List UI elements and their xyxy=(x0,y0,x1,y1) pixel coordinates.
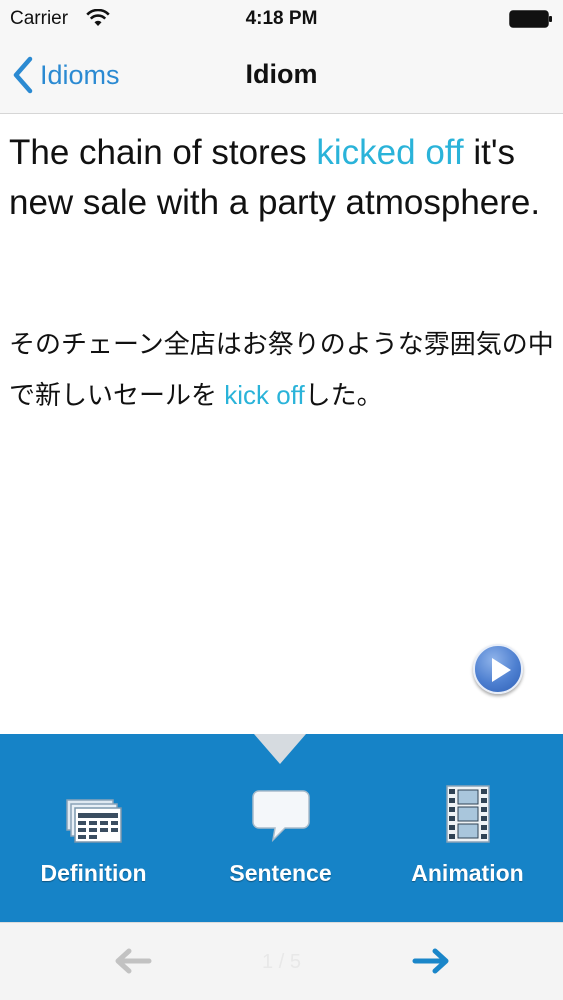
english-idiom-highlight: kicked off xyxy=(316,133,464,172)
tab-bar: Definition Sentence Animation xyxy=(0,734,563,922)
status-bar: Carrier 4:18 PM xyxy=(0,0,563,38)
pager-bar: 1 / 5 xyxy=(0,922,563,1000)
navigation-bar: Idioms Idiom xyxy=(0,38,563,114)
tab-sentence-label: Sentence xyxy=(229,860,332,886)
arrow-right-icon[interactable] xyxy=(412,947,450,975)
tab-animation-label: Animation xyxy=(411,860,524,886)
status-time: 4:18 PM xyxy=(245,8,318,29)
page-title: Idiom xyxy=(245,59,318,89)
tab-sentence[interactable]: Sentence xyxy=(187,784,374,887)
sentence-content: The chain of stores kicked off it's new … xyxy=(0,114,563,734)
battery-icon xyxy=(509,10,552,28)
selected-tab-indicator xyxy=(254,734,306,764)
english-text-before: The chain of stores xyxy=(9,133,317,172)
play-icon xyxy=(492,658,511,682)
page-counter: 1 / 5 xyxy=(262,951,301,973)
list-icon xyxy=(65,799,122,843)
tab-definition-label: Definition xyxy=(40,860,147,886)
tab-definition[interactable]: Definition xyxy=(0,784,187,887)
speech-bubble-icon xyxy=(251,790,310,843)
japanese-idiom-highlight: kick off xyxy=(224,380,305,410)
play-audio-button[interactable] xyxy=(473,644,523,694)
english-sentence: The chain of stores kicked off it's new … xyxy=(9,128,554,228)
film-strip-icon xyxy=(445,785,490,843)
tab-animation[interactable]: Animation xyxy=(374,784,561,887)
japanese-sentence: そのチェーン全店はお祭りのような雰囲気の中 で新しいセールを kick offし… xyxy=(9,319,554,421)
japanese-text-after: した。 xyxy=(304,380,383,410)
